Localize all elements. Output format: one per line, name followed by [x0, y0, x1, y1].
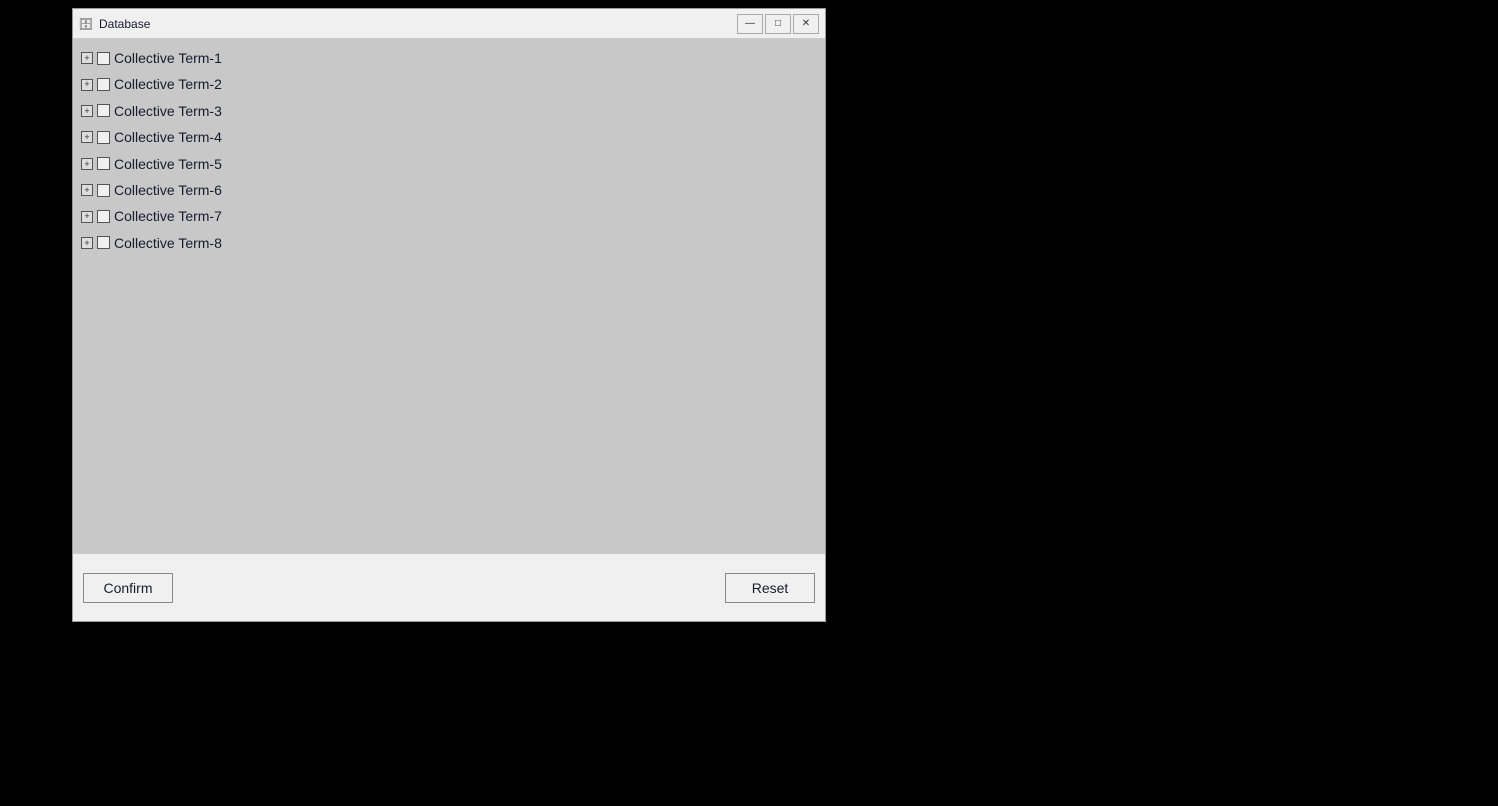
tree-item-checkbox[interactable] — [97, 184, 110, 197]
tree-item-label: Collective Term-8 — [114, 232, 222, 254]
close-button[interactable]: ✕ — [793, 14, 819, 34]
tree-item-label: Collective Term-6 — [114, 179, 222, 201]
tree-item-checkbox[interactable] — [97, 210, 110, 223]
tree-item-label: Collective Term-5 — [114, 153, 222, 175]
tree-item[interactable]: + Collective Term-3 — [77, 98, 821, 124]
tree-item-checkbox[interactable] — [97, 131, 110, 144]
expand-icon[interactable]: + — [81, 237, 93, 249]
expand-icon[interactable]: + — [81, 184, 93, 196]
expand-icon[interactable]: + — [81, 52, 93, 64]
expand-icon[interactable]: + — [81, 79, 93, 91]
tree-item-label: Collective Term-1 — [114, 47, 222, 69]
title-bar-left: 🗄 Database — [79, 17, 150, 31]
title-bar-controls: — □ ✕ — [737, 14, 819, 34]
tree-item[interactable]: + Collective Term-6 — [77, 177, 821, 203]
reset-button[interactable]: Reset — [725, 573, 815, 603]
confirm-button[interactable]: Confirm — [83, 573, 173, 603]
tree-item[interactable]: + Collective Term-7 — [77, 203, 821, 229]
tree-panel: + Collective Term-1 + Collective Term-2 + Col… — [73, 39, 825, 553]
tree-item[interactable]: + Collective Term-4 — [77, 124, 821, 150]
minimize-button[interactable]: — — [737, 14, 763, 34]
database-window: 🗄 Database — □ ✕ + Collective Term-1 + Coll… — [72, 8, 826, 622]
bottom-panel: Confirm Reset — [73, 553, 825, 621]
tree-item-checkbox[interactable] — [97, 52, 110, 65]
tree-item-checkbox[interactable] — [97, 104, 110, 117]
expand-icon[interactable]: + — [81, 158, 93, 170]
expand-icon[interactable]: + — [81, 105, 93, 117]
tree-item-checkbox[interactable] — [97, 236, 110, 249]
tree-item[interactable]: + Collective Term-8 — [77, 230, 821, 256]
tree-item[interactable]: + Collective Term-1 — [77, 45, 821, 71]
tree-item[interactable]: + Collective Term-2 — [77, 71, 821, 97]
tree-item-label: Collective Term-7 — [114, 205, 222, 227]
window-icon: 🗄 — [79, 17, 93, 31]
tree-item[interactable]: + Collective Term-5 — [77, 151, 821, 177]
tree-item-checkbox[interactable] — [97, 78, 110, 91]
tree-item-label: Collective Term-3 — [114, 100, 222, 122]
expand-icon[interactable]: + — [81, 131, 93, 143]
title-bar: 🗄 Database — □ ✕ — [73, 9, 825, 39]
expand-icon[interactable]: + — [81, 211, 93, 223]
maximize-button[interactable]: □ — [765, 14, 791, 34]
tree-item-label: Collective Term-4 — [114, 126, 222, 148]
tree-item-checkbox[interactable] — [97, 157, 110, 170]
window-title: Database — [99, 17, 150, 31]
tree-item-label: Collective Term-2 — [114, 73, 222, 95]
